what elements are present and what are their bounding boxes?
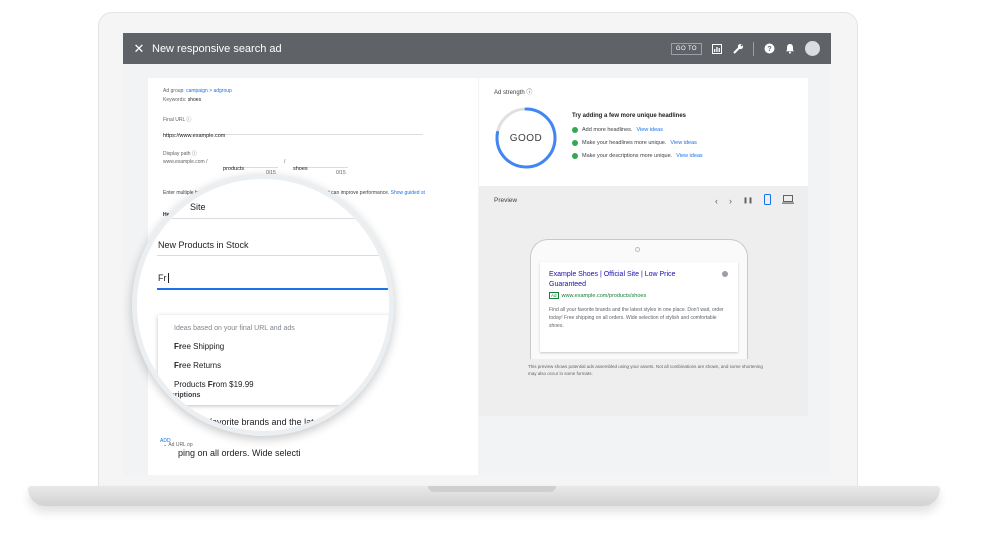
suggestion-prefix: Products [174,380,208,389]
suggestion-item[interactable]: Free Shipping [174,342,224,351]
ad-strength-panel: Ad strength ⓘ GOOD Try adding a few more… [479,78,808,186]
notifications-icon[interactable] [784,43,796,55]
keywords-row: Keywords: shoes [163,97,201,103]
ad-badge: Ad [549,292,559,299]
tools-icon[interactable] [732,43,744,55]
ad-description: Find all your favorite brands and the la… [549,307,724,329]
tip-text: Make your descriptions more unique. [582,153,673,159]
desktop-icon[interactable] [782,195,794,206]
text-cursor [167,273,169,283]
page-title: New responsive search ad [152,42,282,55]
ad-strength-rating: GOOD [509,132,543,144]
keywords-label: Keywords: [163,97,187,103]
view-ideas-link[interactable]: View ideas [670,140,697,146]
tip-row: Add more headlines. View ideas [572,127,663,133]
path-separator: / [284,159,286,165]
ad-strength-tip-title: Try adding a few more unique headlines [572,113,687,119]
suggestion-rest: ee Returns [182,361,222,370]
top-bar-actions: GO TO ? [670,41,820,56]
phone-camera [635,247,640,252]
suggestion-item[interactable]: Products From $19.99 [174,380,254,389]
goto-button[interactable]: GO TO [670,42,702,55]
add-description-button[interactable]: ADD [160,438,171,444]
path2-field[interactable]: shoes [293,157,348,172]
magnifier-lens: Site New Products in Stock Fr Ideas base… [132,174,394,436]
display-path-label: Display path ⓘ [163,151,197,157]
headline-1-underline [157,218,389,219]
headline-1-text: Site [190,202,206,212]
headline-3-value: Fr [158,273,167,283]
show-guided-link[interactable]: Show guided st [391,190,425,196]
suggestion-match: Fr [174,361,182,370]
toolbar-divider [753,41,754,56]
ad-url: www.example.com/products/shoes [561,292,647,299]
path2-value: shoes [293,166,308,172]
display-path-prefix: www.example.com / [163,159,208,165]
description-2-text: ping on all orders. Wide selecti [178,448,301,458]
tip-text: Make your headlines more unique. [582,140,667,146]
headline-3-input[interactable]: Fr [158,273,169,283]
suggestion-item[interactable]: Free Returns [174,361,221,370]
tip-row: Make your headlines more unique. View id… [572,140,697,146]
descriptions-label: Descriptions [158,392,201,399]
check-icon [572,127,578,133]
pause-icon[interactable]: ❚❚ [743,197,753,204]
ad-url-row: Ad www.example.com/products/shoes [549,292,646,299]
check-icon [572,153,578,159]
description-1-text: Find all your favorite brands and the la… [158,417,356,427]
path2-counter: 0/15 [336,170,346,176]
path1-field[interactable]: products [223,157,278,172]
check-icon [572,140,578,146]
path1-value: products [223,166,245,172]
preview-controls: ‹ › ❚❚ [715,194,794,207]
svg-text:?: ? [767,46,771,53]
tip-text: Add more headlines. [582,127,633,133]
help-icon[interactable]: ? [763,43,775,55]
suggestion-rest: om $19.99 [215,380,254,389]
final-url-label: Final URL ⓘ [163,117,192,123]
headline-3-focus-line [157,288,389,290]
phone-frame: Example Shoes | Official Site | Low Pric… [530,239,748,359]
ad-group-row: Ad group: campaign > adgroup [163,88,232,94]
reports-icon[interactable] [711,43,723,55]
preview-panel: Preview ‹ › ❚❚ Example Shoes | Official … [479,186,808,416]
view-ideas-link[interactable]: View ideas [636,127,663,133]
final-url-value: https://www.example.com [163,133,226,139]
laptop-notch [428,486,556,492]
mobile-icon[interactable] [764,194,771,207]
headline-2-underline[interactable] [157,255,389,256]
preview-note: This preview shows potential ads assembl… [528,364,763,376]
next-icon[interactable]: › [729,196,732,206]
info-icon[interactable] [722,271,728,277]
suggestion-match: Fr [174,342,182,351]
top-bar: ✕ New responsive search ad GO TO ? [123,33,831,64]
preview-label: Preview [494,197,518,204]
close-icon[interactable]: ✕ [128,41,150,57]
suggestion-match: Fr [207,380,216,389]
previous-icon[interactable]: ‹ [715,196,718,206]
headline-2-text: New Products in Stock [158,240,249,250]
ad-group-link[interactable]: campaign > adgroup [186,88,232,94]
panel-background [479,416,808,475]
suggestion-rest: ee Shipping [182,342,225,351]
ad-group-label: Ad group: [163,88,185,94]
magnified-form: Site New Products in Stock Fr Ideas base… [137,179,389,431]
view-ideas-link[interactable]: View ideas [676,153,703,159]
final-url-field[interactable]: https://www.example.com [163,124,423,139]
ad-headline[interactable]: Example Shoes | Official Site | Low Pric… [549,270,714,290]
ad-preview-card: Example Shoes | Official Site | Low Pric… [540,262,738,352]
ad-strength-label: Ad strength ⓘ [494,90,533,96]
tip-row: Make your descriptions more unique. View… [572,153,703,159]
keywords-value: shoes [187,97,202,103]
suggestions-hint: Ideas based on your final URL and ads [174,325,295,332]
avatar[interactable] [805,41,820,56]
